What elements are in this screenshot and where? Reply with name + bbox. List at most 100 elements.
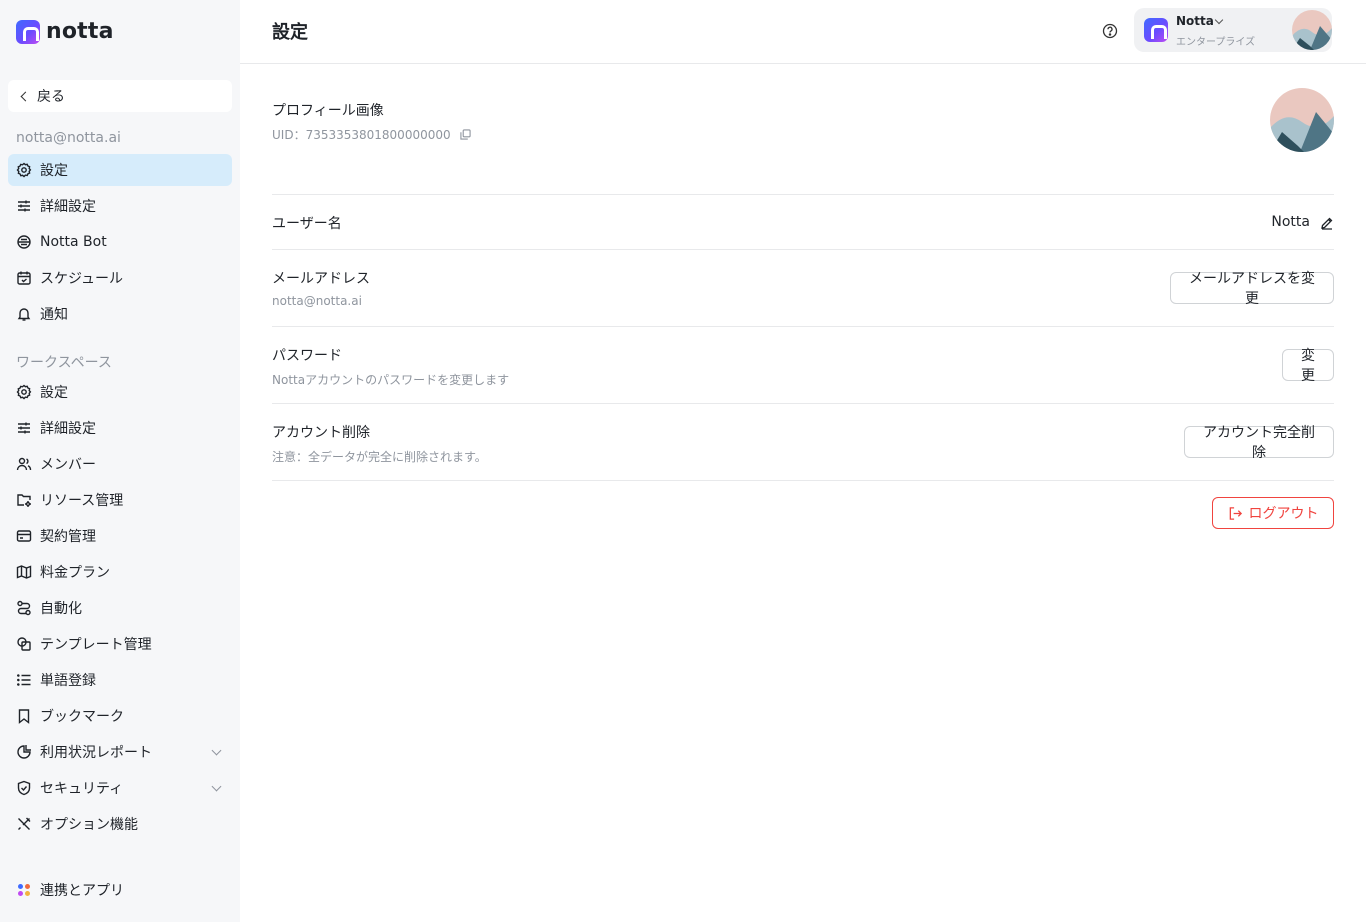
back-label: 戻る	[37, 89, 65, 105]
password-title: パスワード	[272, 348, 342, 364]
sliders-icon	[16, 420, 32, 436]
sidebar-item-contract-management[interactable]: 契約管理	[8, 520, 232, 552]
logout-icon	[1229, 506, 1242, 520]
sidebar-item-settings[interactable]: 設定	[8, 154, 232, 186]
sidebar-item-security[interactable]: セキュリティ	[8, 772, 232, 804]
sidebar-item-word-registration[interactable]: 単語登録	[8, 664, 232, 696]
sidebar-item-label: 設定	[40, 163, 68, 179]
card-icon	[16, 528, 32, 544]
sidebar-item-label: 詳細設定	[40, 421, 96, 437]
sidebar-item-label: 詳細設定	[40, 199, 96, 215]
sidebar-item-resource-management[interactable]: リソース管理	[8, 484, 232, 516]
sidebar-item-schedule[interactable]: スケジュール	[8, 262, 232, 294]
gear-icon	[16, 384, 32, 400]
sidebar-item-notifications[interactable]: 通知	[8, 298, 232, 330]
email-value: notta@notta.ai	[272, 294, 362, 308]
pie-chart-icon	[16, 744, 32, 760]
apps-icon	[16, 882, 32, 898]
sidebar: notta 戻る notta@notta.ai 設定 詳細設定 Notta Bo…	[0, 0, 240, 922]
account-switcher[interactable]: Notta エンタープライズ	[1134, 8, 1332, 52]
sidebar-item-workspace-advanced-settings[interactable]: 詳細設定	[8, 412, 232, 444]
change-password-button[interactable]: 変更	[1282, 348, 1334, 384]
sidebar-item-label: リソース管理	[40, 493, 124, 509]
profile-image-title: プロフィール画像	[272, 103, 384, 119]
email-title: メールアドレス	[272, 271, 370, 287]
uid-row: UID：7353353801800000000	[272, 126, 472, 143]
username-row: ユーザー名 Notta	[272, 195, 1334, 250]
sidebar-item-label: 通知	[40, 307, 68, 323]
password-description: Nottaアカウントのパスワードを変更します	[272, 373, 510, 387]
sidebar-item-optional-features[interactable]: オプション機能	[8, 808, 232, 840]
chevron-down-icon[interactable]	[211, 781, 222, 792]
logout-button[interactable]: ログアウト	[1212, 497, 1334, 529]
delete-account-button[interactable]: アカウント完全削除	[1184, 425, 1334, 461]
page-header: 設定 Notta エンタープライズ	[240, 0, 1366, 64]
edit-icon[interactable]	[1320, 215, 1334, 230]
sidebar-item-advanced-settings[interactable]: 詳細設定	[8, 190, 232, 222]
uid-label: UID：7353353801800000000	[272, 128, 451, 142]
bell-icon	[16, 306, 32, 322]
users-icon	[16, 456, 32, 472]
template-icon	[16, 636, 32, 652]
workflow-icon	[16, 600, 32, 616]
logo-text: notta	[46, 19, 114, 44]
sidebar-item-label: テンプレート管理	[40, 637, 152, 653]
sidebar-item-label: 料金プラン	[40, 565, 110, 581]
sidebar-item-label: スケジュール	[40, 271, 124, 287]
sidebar-item-pricing-plan[interactable]: 料金プラン	[8, 556, 232, 588]
change-email-button[interactable]: メールアドレスを変更	[1170, 271, 1334, 307]
workspace-section-label: ワークスペース	[16, 355, 112, 371]
list-icon	[16, 672, 32, 688]
sidebar-item-label: 契約管理	[40, 529, 96, 545]
sidebar-item-members[interactable]: メンバー	[8, 448, 232, 480]
back-button[interactable]: 戻る	[8, 80, 232, 112]
sidebar-item-template-management[interactable]: テンプレート管理	[8, 628, 232, 660]
page-title: 設定	[272, 22, 308, 43]
notta-logo-icon	[1144, 18, 1168, 42]
email-row: メールアドレス notta@notta.ai メールアドレスを変更	[272, 250, 1334, 327]
sidebar-item-label: 設定	[40, 385, 68, 401]
sidebar-item-label: 利用状況レポート	[40, 745, 152, 761]
map-icon	[16, 564, 32, 580]
notta-logo[interactable]: notta	[16, 20, 114, 44]
chevron-down-icon	[1214, 15, 1224, 25]
account-email-label: notta@notta.ai	[16, 130, 121, 146]
account-plan: エンタープライズ	[1176, 37, 1256, 48]
copy-icon[interactable]	[460, 129, 472, 140]
sidebar-item-label: Notta Bot	[40, 234, 107, 250]
sidebar-item-label: 連携とアプリ	[40, 883, 124, 899]
delete-account-row: アカウント削除 注意：全データが完全に削除されます。 アカウント完全削除	[272, 404, 1334, 481]
calendar-icon	[16, 270, 32, 286]
sidebar-item-label: メンバー	[40, 457, 96, 473]
sidebar-item-workspace-settings[interactable]: 設定	[8, 376, 232, 408]
bot-icon	[16, 234, 32, 250]
sidebar-item-bookmarks[interactable]: ブックマーク	[8, 700, 232, 732]
sidebar-item-notta-bot[interactable]: Notta Bot	[8, 226, 232, 258]
profile-avatar[interactable]	[1270, 88, 1334, 152]
sidebar-item-label: 自動化	[40, 601, 82, 617]
chevron-left-icon	[20, 91, 31, 101]
sidebar-item-automation[interactable]: 自動化	[8, 592, 232, 624]
sidebar-item-integrations[interactable]: 連携とアプリ	[8, 874, 232, 906]
tools-icon	[16, 816, 32, 832]
username-title: ユーザー名	[272, 216, 342, 232]
notta-logo-icon	[16, 20, 40, 44]
profile-image-row: プロフィール画像 UID：7353353801800000000	[272, 64, 1334, 195]
sidebar-item-usage-report[interactable]: 利用状況レポート	[8, 736, 232, 768]
logout-label: ログアウト	[1248, 506, 1319, 522]
chevron-down-icon[interactable]	[211, 745, 222, 756]
help-icon[interactable]	[1102, 23, 1118, 39]
sidebar-item-label: 単語登録	[40, 673, 96, 689]
shield-check-icon	[16, 780, 32, 796]
sidebar-item-label: セキュリティ	[40, 781, 124, 797]
folder-settings-icon	[16, 492, 32, 508]
account-name: Notta	[1176, 14, 1214, 28]
bookmark-icon	[16, 708, 32, 724]
password-row: パスワード Nottaアカウントのパスワードを変更します 変更	[272, 327, 1334, 404]
username-value: Notta	[1271, 214, 1310, 230]
sliders-icon	[16, 198, 32, 214]
sidebar-item-label: ブックマーク	[40, 709, 124, 725]
delete-account-title: アカウント削除	[272, 425, 370, 441]
sidebar-item-label: オプション機能	[40, 817, 138, 833]
avatar[interactable]	[1292, 10, 1332, 50]
